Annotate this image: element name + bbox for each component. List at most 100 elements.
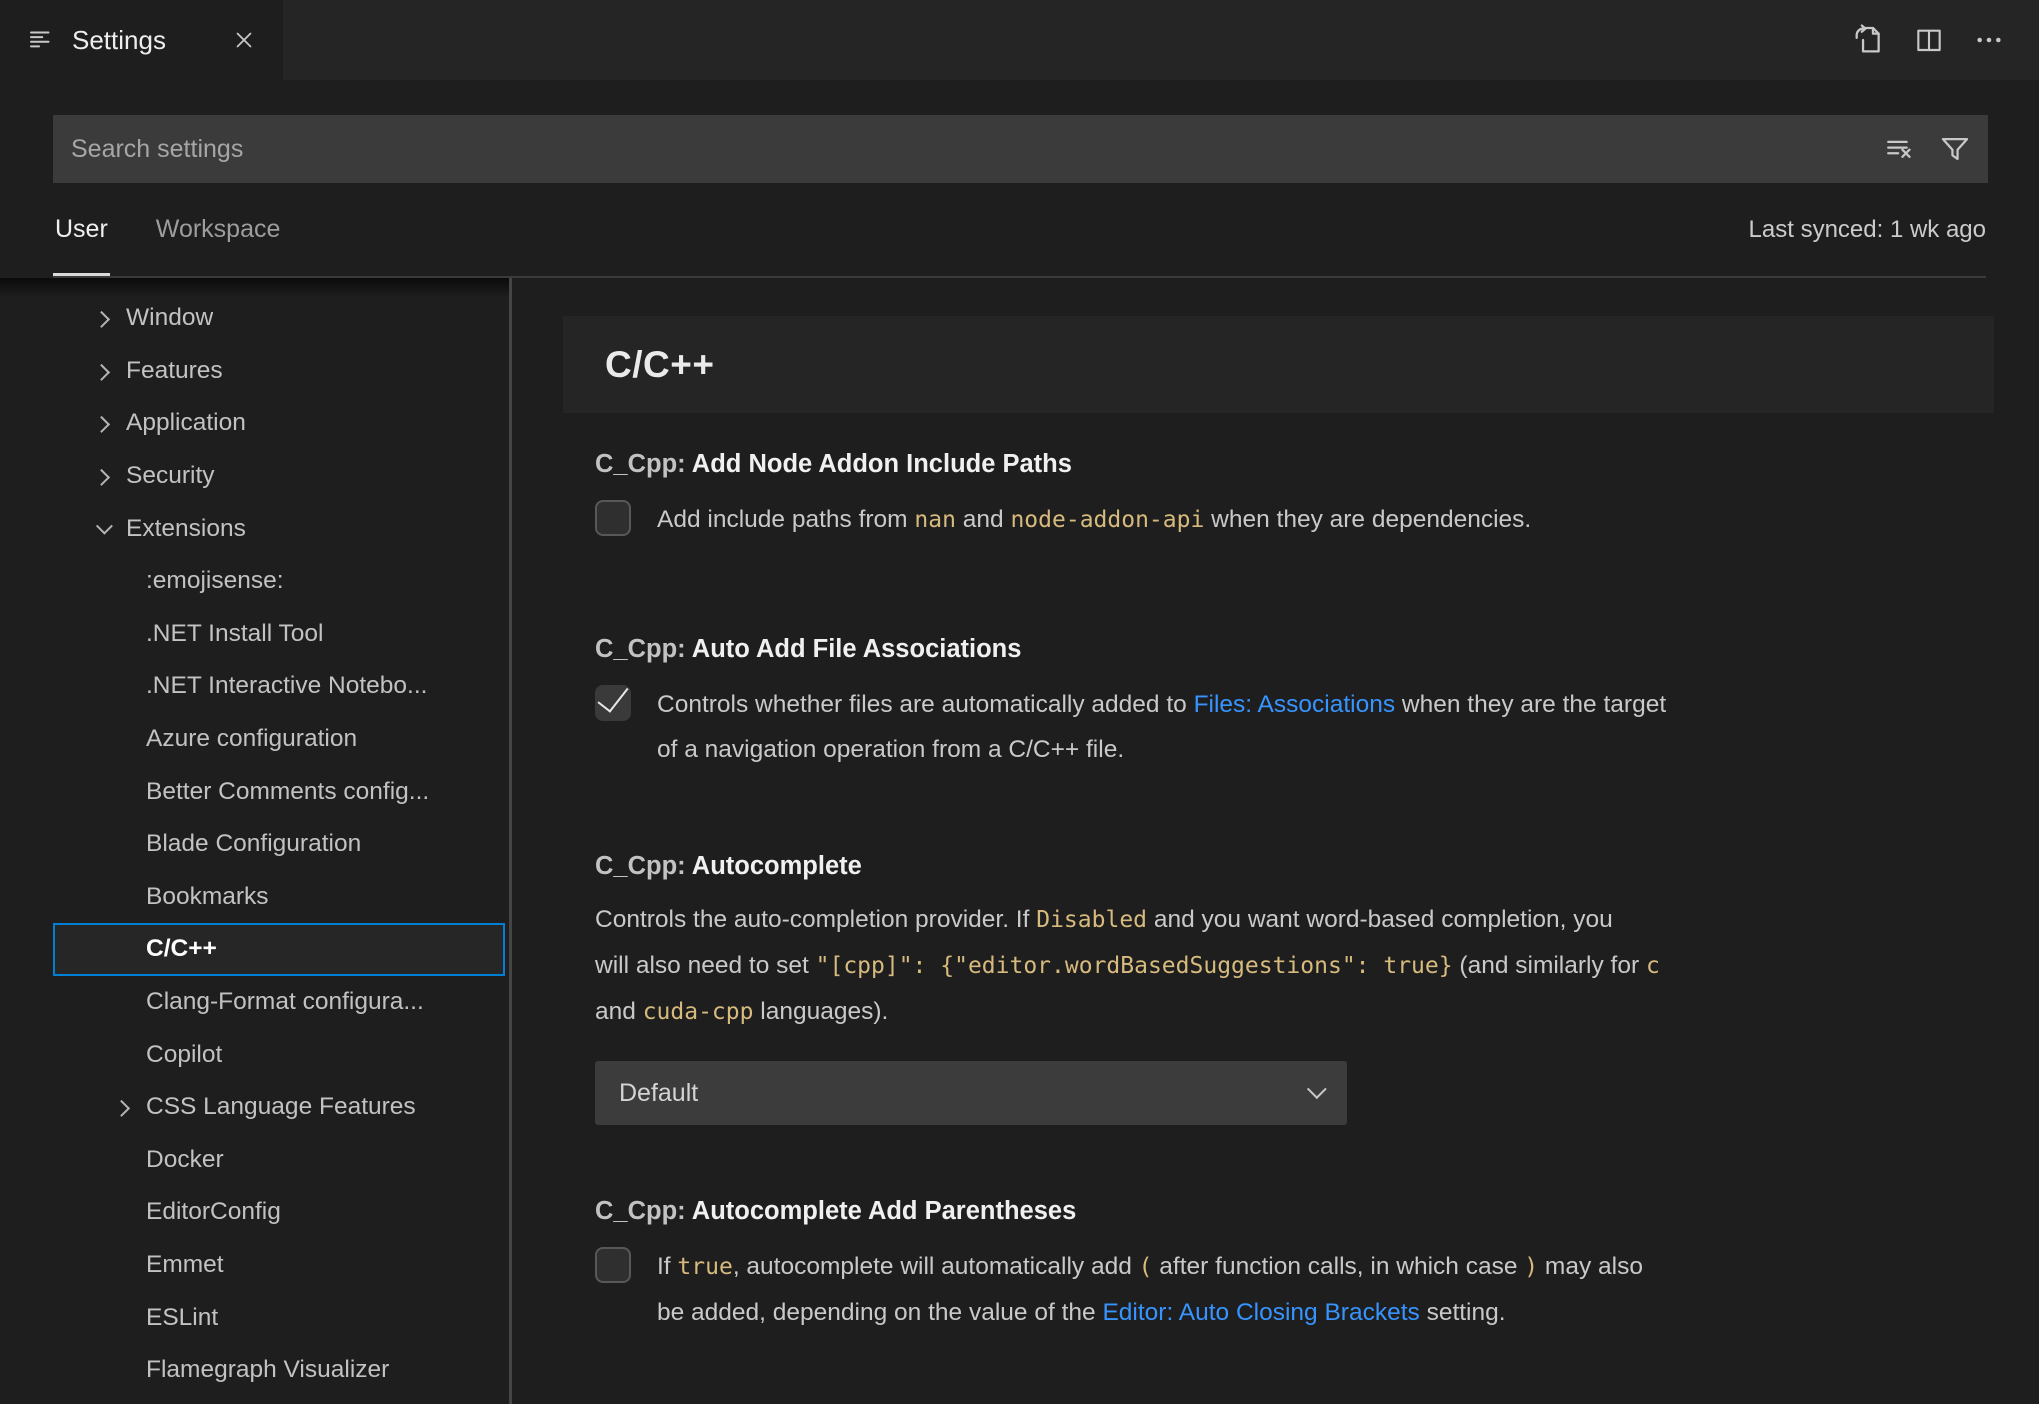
setting-label: Autocomplete	[692, 852, 862, 880]
description-text: be added, depending on the value of the	[657, 1299, 1102, 1326]
description-text: will also need to set	[595, 952, 816, 979]
settings-list-pane: C/C++ C_Cpp: Add Node Addon Include Path…	[509, 278, 2039, 1404]
toc-item-net-install-tool[interactable]: .NET Install Tool	[53, 608, 505, 661]
description-text: may also	[1538, 1253, 1643, 1280]
description-text: If	[657, 1253, 677, 1280]
split-editor-icon[interactable]	[1913, 24, 1945, 56]
toc-item-label: Copilot	[146, 1041, 222, 1069]
setting-category: C_Cpp:	[595, 450, 692, 478]
setting-description: Controls whether files are automatically…	[657, 682, 1666, 772]
description-text: when they are dependencies.	[1204, 506, 1531, 533]
toc-item-label: .NET Interactive Notebo...	[146, 672, 427, 700]
toc-item-label: Docker	[146, 1146, 224, 1174]
toc-item-features[interactable]: Features	[53, 345, 505, 398]
toc-item-label: Emmet	[146, 1251, 224, 1279]
toc-item-label: :emojisense:	[146, 567, 284, 595]
toc-item-label: ESLint	[146, 1304, 218, 1332]
description-text: (and similarly for	[1453, 952, 1646, 979]
checkbox[interactable]	[595, 685, 631, 721]
tab-workspace[interactable]: Workspace	[154, 183, 283, 276]
toc-item-clang-format-configura[interactable]: Clang-Format configura...	[53, 976, 505, 1029]
description-text: and you want word-based completion, you	[1147, 906, 1613, 933]
toc-item-label: Flamegraph Visualizer	[146, 1356, 389, 1384]
code-span: Disabled	[1036, 907, 1147, 933]
code-span: nan	[914, 507, 956, 533]
settings-editor-window: Settings	[0, 0, 2039, 1404]
description-text: , autocomplete will automatically add	[733, 1253, 1139, 1280]
editor-actions	[1851, 0, 2039, 80]
toc-item-label: Blade Configuration	[146, 830, 361, 858]
filter-icon[interactable]	[1936, 130, 1974, 168]
chevron-right-icon[interactable]	[92, 312, 114, 324]
tab-settings[interactable]: Settings	[0, 0, 283, 80]
checkbox[interactable]	[595, 500, 631, 536]
code-span: "[cpp]": {"editor.wordBasedSuggestions":…	[816, 953, 1453, 979]
description-text: Controls the auto-completion provider. I…	[595, 906, 1036, 933]
toc-item-docker[interactable]: Docker	[53, 1134, 505, 1187]
code-span: (	[1139, 1254, 1153, 1280]
chevron-down-icon[interactable]	[92, 523, 114, 535]
autocomplete-select[interactable]: Default	[595, 1061, 1347, 1125]
tab-label: Settings	[72, 25, 166, 56]
toc-item-label: C/C++	[146, 935, 217, 963]
toc-item-label: Clang-Format configura...	[146, 988, 424, 1016]
toc-item-eslint[interactable]: ESLint	[53, 1291, 505, 1344]
toc-item-security[interactable]: Security	[53, 450, 505, 503]
setting-row: C_Cpp: Autocomplete Add Parentheses If tr…	[595, 1197, 1994, 1335]
toc-item-window[interactable]: Window	[53, 292, 505, 345]
toc-item-label: EditorConfig	[146, 1198, 281, 1226]
code-span: node-addon-api	[1010, 507, 1204, 533]
editor-tab-bar: Settings	[0, 0, 2039, 80]
toc-item-flamegraph-visualizer[interactable]: Flamegraph Visualizer	[53, 1344, 505, 1397]
chevron-right-icon[interactable]	[92, 365, 114, 377]
toc-item-label: CSS Language Features	[146, 1093, 416, 1121]
tab-user[interactable]: User	[53, 183, 110, 276]
open-settings-json-icon[interactable]	[1851, 23, 1885, 57]
toc-item-emmet[interactable]: Emmet	[53, 1239, 505, 1292]
setting-label: Autocomplete Add Parentheses	[692, 1197, 1076, 1225]
setting-description: Controls the auto-completion provider. I…	[595, 897, 1994, 1035]
toc-item-emojisense[interactable]: :emojisense:	[53, 555, 505, 608]
toc-item-better-comments-config[interactable]: Better Comments config...	[53, 765, 505, 818]
code-span: true	[677, 1254, 732, 1280]
search-input[interactable]	[53, 115, 1988, 183]
checkbox[interactable]	[595, 1247, 631, 1283]
chevron-right-icon[interactable]	[92, 470, 114, 482]
toc-item-copilot[interactable]: Copilot	[53, 1028, 505, 1081]
toc-item-label: Application	[126, 409, 246, 437]
settings-link[interactable]: Files: Associations	[1194, 691, 1396, 718]
toc-item-label: Features	[126, 357, 223, 385]
close-icon[interactable]	[231, 27, 257, 53]
setting-title: C_Cpp: Auto Add File Associations	[595, 635, 1994, 664]
toc-item-azure-configuration[interactable]: Azure configuration	[53, 713, 505, 766]
toc-item-application[interactable]: Application	[53, 397, 505, 450]
more-actions-icon[interactable]	[1973, 24, 2005, 56]
setting-label: Auto Add File Associations	[692, 635, 1022, 663]
setting-row: C_Cpp: Autocomplete Controls the auto-com…	[595, 852, 1994, 1125]
toc-item-c-c[interactable]: C/C++	[53, 923, 505, 976]
description-text: Controls whether files are automatically…	[657, 691, 1194, 718]
chevron-right-icon[interactable]	[112, 1101, 134, 1113]
chevron-right-icon[interactable]	[92, 417, 114, 429]
setting-category: C_Cpp:	[595, 852, 692, 880]
toc-item-bookmarks[interactable]: Bookmarks	[53, 871, 505, 924]
select-value: Default	[619, 1079, 698, 1108]
toc-item-editorconfig[interactable]: EditorConfig	[53, 1186, 505, 1239]
code-span: cuda-cpp	[643, 999, 754, 1025]
toc-item-css-language-features[interactable]: CSS Language Features	[53, 1081, 505, 1134]
description-text: when they are the target	[1395, 691, 1666, 718]
clear-search-icon[interactable]	[1882, 130, 1920, 168]
settings-link[interactable]: Editor: Auto Closing Brackets	[1102, 1299, 1419, 1326]
page-title: C/C++	[605, 344, 714, 386]
toc-resize-sash[interactable]	[509, 278, 512, 1404]
toc-item-label: Bookmarks	[146, 883, 269, 911]
description-text: and	[956, 506, 1011, 533]
setting-category: C_Cpp:	[595, 1197, 692, 1225]
toc-item-blade-configuration[interactable]: Blade Configuration	[53, 818, 505, 871]
setting-value-row: Controls whether files are automatically…	[595, 682, 1994, 772]
toc-item-net-interactive-notebo[interactable]: .NET Interactive Notebo...	[53, 660, 505, 713]
toc-item-extensions[interactable]: Extensions	[53, 502, 505, 555]
setting-title: C_Cpp: Autocomplete Add Parentheses	[595, 1197, 1994, 1226]
settings-list: C_Cpp: Add Node Addon Include PathsAdd i…	[595, 450, 1994, 1335]
setting-value-row: Add include paths from nan and node-addo…	[595, 497, 1994, 543]
